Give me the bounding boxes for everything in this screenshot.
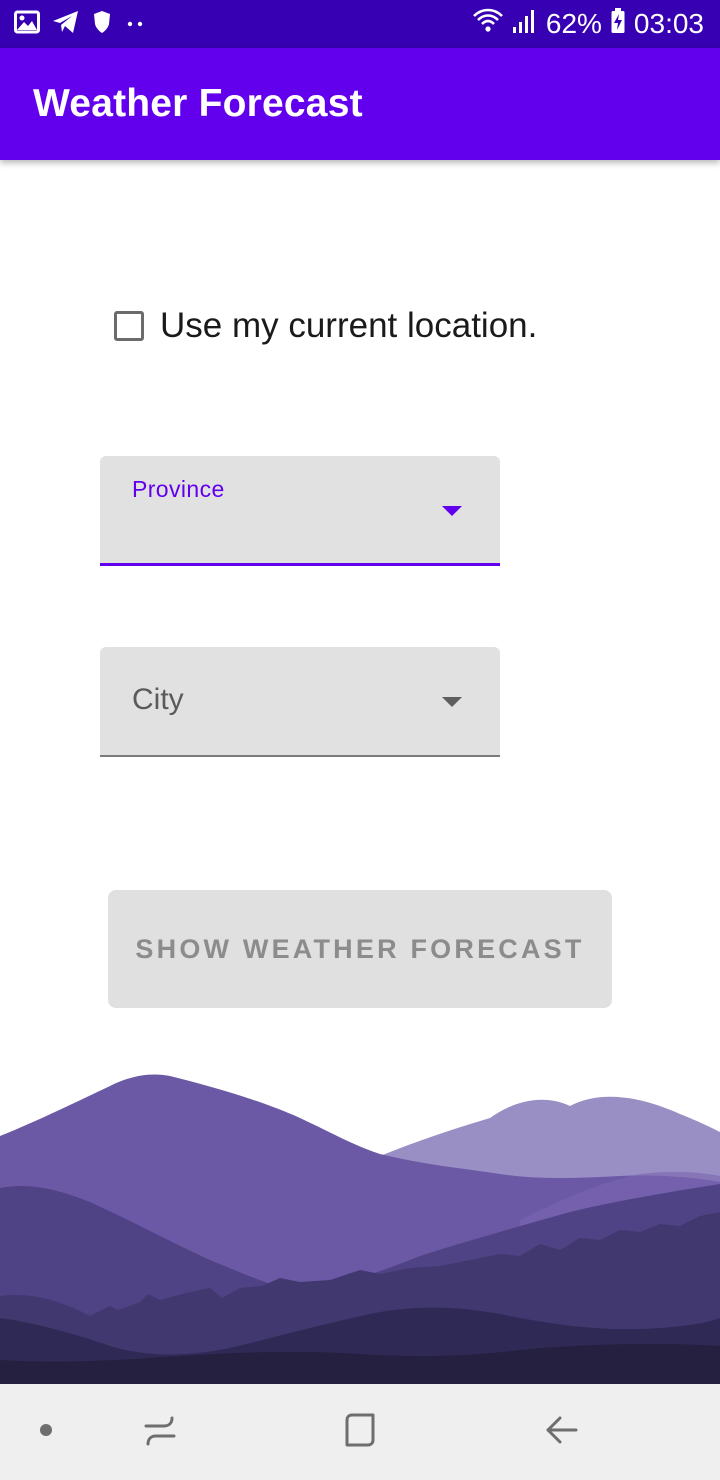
checkbox-box[interactable]: [114, 311, 144, 341]
shield-icon: [92, 10, 112, 39]
app-bar: Weather Forecast: [0, 48, 720, 160]
city-label: City: [132, 683, 184, 716]
more-dots-icon: [124, 10, 146, 39]
recent-apps-icon: [142, 1412, 178, 1453]
dot-icon: [39, 1423, 53, 1442]
clock: 03:03: [633, 8, 704, 39]
chevron-down-icon: [442, 506, 462, 516]
back-icon: [544, 1412, 580, 1453]
signal-icon: [512, 7, 538, 42]
status-notification-icons: [14, 10, 146, 38]
battery-charging-icon: [610, 7, 626, 42]
status-bar: 62% 03:03: [0, 0, 720, 48]
use-current-location-checkbox[interactable]: Use my current location.: [114, 306, 537, 346]
mountains-illustration: [0, 1060, 720, 1386]
telegram-icon: [52, 10, 80, 39]
city-dropdown[interactable]: City: [100, 647, 500, 757]
show-weather-forecast-button[interactable]: SHOW WEATHER FORECAST: [108, 890, 612, 1008]
navigation-bar: [0, 1384, 720, 1480]
chevron-down-icon: [442, 697, 462, 707]
gallery-icon: [14, 10, 40, 39]
wifi-icon: [472, 7, 504, 42]
status-system-icons: 62% 03:03: [472, 6, 704, 42]
back-button[interactable]: [532, 1402, 592, 1462]
recent-apps-button[interactable]: [130, 1402, 190, 1462]
home-icon: [342, 1412, 378, 1453]
checkbox-label[interactable]: Use my current location.: [160, 306, 537, 346]
nav-dot-button[interactable]: [16, 1402, 76, 1462]
screen: 62% 03:03 Weather Forecast Use my curren…: [0, 0, 720, 1480]
battery-percent: 62%: [545, 8, 602, 39]
province-label: Province: [132, 476, 225, 502]
home-button[interactable]: [330, 1402, 390, 1462]
app-title: Weather Forecast: [33, 82, 363, 125]
province-dropdown[interactable]: Province: [100, 456, 500, 566]
